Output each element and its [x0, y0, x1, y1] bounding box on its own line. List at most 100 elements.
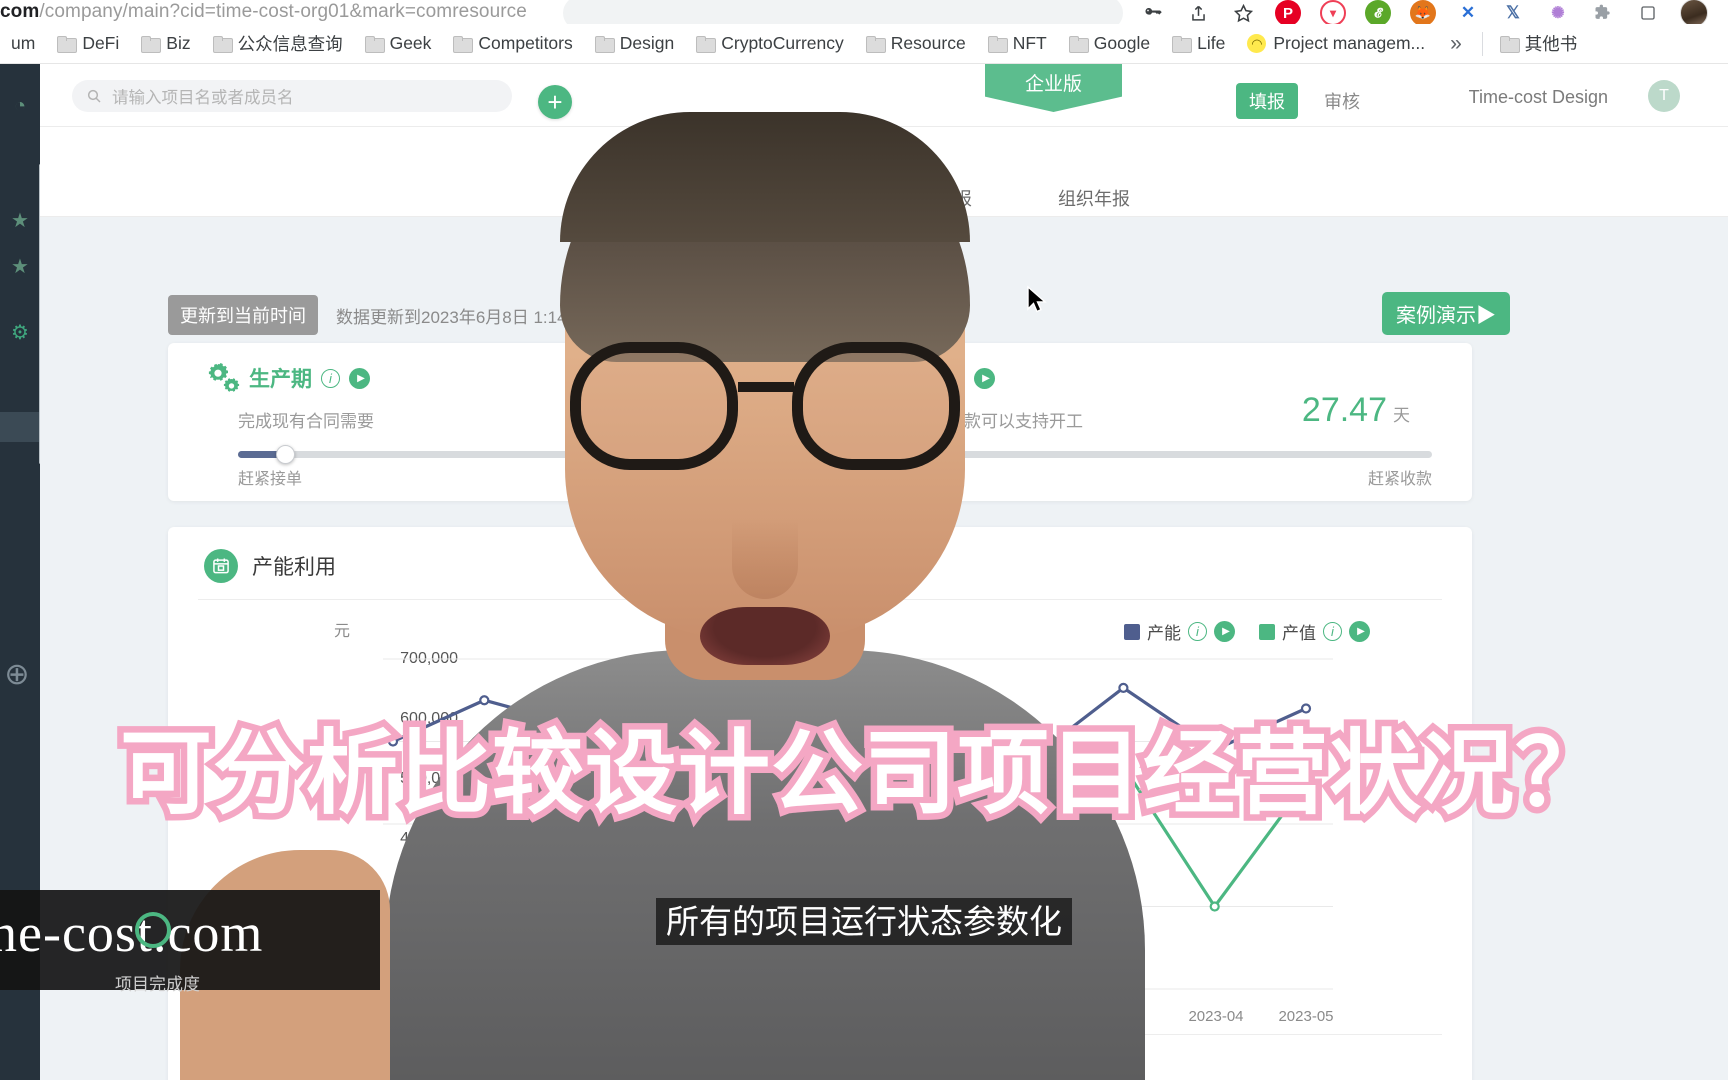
rail-user-icon[interactable]: ◔ [6, 92, 34, 120]
kpi-subtitle: 完成现有合同需要 [238, 412, 374, 431]
headline-caption: 可分析比较设计公司项目经营状况？ [113, 722, 1613, 827]
bookmark-item[interactable]: Competitors [442, 28, 583, 60]
bookmark-label: Biz [166, 33, 191, 53]
kpi-subtitle: 收账款可以支持开工 [930, 412, 1083, 431]
bookmark-item[interactable]: Google [1058, 28, 1161, 60]
bookmark-label: Life [1197, 33, 1226, 53]
evernote-icon[interactable]: 𝓔 [1365, 0, 1391, 26]
bookmarks-overflow-button[interactable]: » [1436, 32, 1476, 56]
kpi-value-number: 106.9 [672, 391, 758, 429]
subtitle-caption-text: 所有的项目运行状态参数化 [656, 898, 1072, 945]
bookmark-item[interactable]: 公众信息查询 [202, 28, 354, 60]
slider-label-left: 赶紧接单 [238, 471, 303, 488]
add-button[interactable]: + [538, 85, 572, 119]
bookmark-item[interactable]: um [0, 28, 46, 60]
other-bookmarks-label: 其他书 [1524, 34, 1578, 54]
review-button[interactable]: 审核 [1324, 83, 1360, 119]
x-tick-label: 2022 [376, 1008, 410, 1025]
play-icon[interactable]: ▶ [974, 367, 995, 389]
case-demo-button[interactable]: 案例演示▶ [1382, 292, 1510, 335]
search-input[interactable]: 请输入项目名或者成员名 [72, 80, 512, 112]
star-icon[interactable] [1230, 0, 1256, 26]
tab-org-annual[interactable]: 组织年报 [1058, 185, 1130, 221]
mouse-cursor [1027, 285, 1047, 313]
bookmark-item[interactable]: ◠ Project managem... [1236, 28, 1436, 60]
fill-report-button[interactable]: 填报 [1236, 83, 1298, 119]
folder-icon [594, 36, 615, 53]
rail-add-icon[interactable]: ⊕ [0, 654, 37, 694]
bookmark-item[interactable]: Geek [354, 28, 443, 60]
kpi-slider[interactable] [238, 445, 780, 464]
url-domain: com [0, 1, 40, 22]
pinterest-icon[interactable]: P [1275, 0, 1301, 26]
calendar-icon [204, 549, 238, 583]
kpi-production-period: 生产期 i ▶ 完成现有合同需要 106.9 赶紧接单 赶紧生产 [168, 343, 820, 501]
rail-gear-icon[interactable]: ⚙ [6, 318, 34, 346]
rail-star-icon-2[interactable]: ★ [6, 252, 34, 280]
kpi-title: 生产期 [249, 368, 312, 391]
bookmark-item[interactable]: Biz [130, 28, 201, 60]
bookmark-item[interactable]: Design [584, 28, 685, 60]
share-icon[interactable] [1185, 0, 1211, 26]
browser-url-bar: com/company/main?cid=time-cost-org01&mar… [0, 0, 1728, 30]
bookmark-label: Resource [890, 33, 966, 53]
openai-icon[interactable]: ✺ [1545, 0, 1571, 26]
bookmark-label: um [11, 33, 36, 53]
tab-resource-efficiency[interactable]: 资源与效率 [638, 185, 728, 221]
play-icon[interactable]: ▶ [1349, 621, 1370, 642]
bookmark-item[interactable]: NFT [977, 28, 1058, 60]
project-icon: ◠ [1247, 34, 1267, 53]
chart-header: 产能利用 [204, 549, 336, 583]
kpi-header: 期 i ▶ [916, 363, 995, 393]
user-avatar[interactable]: T [1648, 80, 1680, 112]
watermark-logo-text: ne-cost.com [0, 902, 263, 964]
enterprise-badge[interactable]: 企业版 [985, 64, 1122, 112]
bookmark-label: Geek [389, 33, 432, 53]
kpi-title: 期 [916, 368, 937, 391]
gears-icon [206, 363, 240, 393]
bookmark-label: Google [1093, 33, 1151, 53]
bookmarks-divider [1481, 31, 1483, 56]
bookmark-label: Competitors [478, 33, 573, 53]
bookmark-item[interactable]: Resource [855, 28, 977, 60]
kpi-value-number: 27.47 [1301, 391, 1387, 429]
info-icon[interactable]: i [321, 368, 340, 388]
info-icon[interactable]: i [946, 368, 965, 388]
tab-org-quarterly[interactable]: 织季报 [918, 185, 972, 221]
play-icon[interactable]: ▶ [349, 367, 370, 389]
watermark-clock-icon [135, 912, 171, 948]
kpi-value: 106.9 [673, 391, 758, 430]
folder-icon [364, 36, 385, 53]
bookmark-item[interactable]: CryptoCurrency [685, 28, 855, 60]
slider-knob[interactable] [275, 445, 295, 464]
folder-icon [453, 36, 474, 53]
other-bookmarks-button[interactable]: 其他书 [1489, 28, 1589, 60]
bookmark-item[interactable]: DeFi [46, 28, 130, 60]
page-title: ign [863, 142, 905, 172]
kpi-slider[interactable] [890, 451, 1432, 458]
folder-icon [865, 36, 886, 53]
extensions-icon[interactable] [1590, 0, 1616, 26]
folder-icon [1068, 36, 1089, 53]
folder-icon [1499, 36, 1520, 53]
x-icon[interactable]: 𝕏 [1500, 0, 1526, 26]
sidepanel-icon[interactable] [1635, 0, 1661, 26]
kpi-header: 生产期 i ▶ [206, 363, 370, 393]
metamask-icon[interactable]: 🦊 [1410, 0, 1436, 26]
org-name-label[interactable]: Time-cost Design [1469, 87, 1608, 108]
bookmark-label: CryptoCurrency [721, 33, 844, 53]
bookmarks-bar: um DeFi Biz 公众信息查询 Geek Competitors Desi… [0, 24, 1728, 64]
rail-star-icon-1[interactable]: ★ [6, 206, 34, 234]
slider-fill [238, 451, 282, 458]
watermark-subtitle: 项目完成度 [115, 975, 200, 994]
folder-icon [696, 36, 717, 53]
bluebird-icon[interactable]: ✕ [1455, 0, 1481, 26]
pocket-icon[interactable]: ▾ [1320, 0, 1346, 26]
kpi-unit: 天 [1393, 406, 1410, 425]
folder-icon [1172, 36, 1193, 53]
bookmark-item[interactable]: Life [1161, 28, 1236, 60]
update-now-button[interactable]: 更新到当前时间 [168, 295, 318, 335]
address-bar-url[interactable]: com/company/main?cid=time-cost-org01&mar… [0, 0, 527, 24]
key-icon[interactable] [1140, 0, 1166, 26]
profile-avatar[interactable] [1680, 0, 1708, 27]
